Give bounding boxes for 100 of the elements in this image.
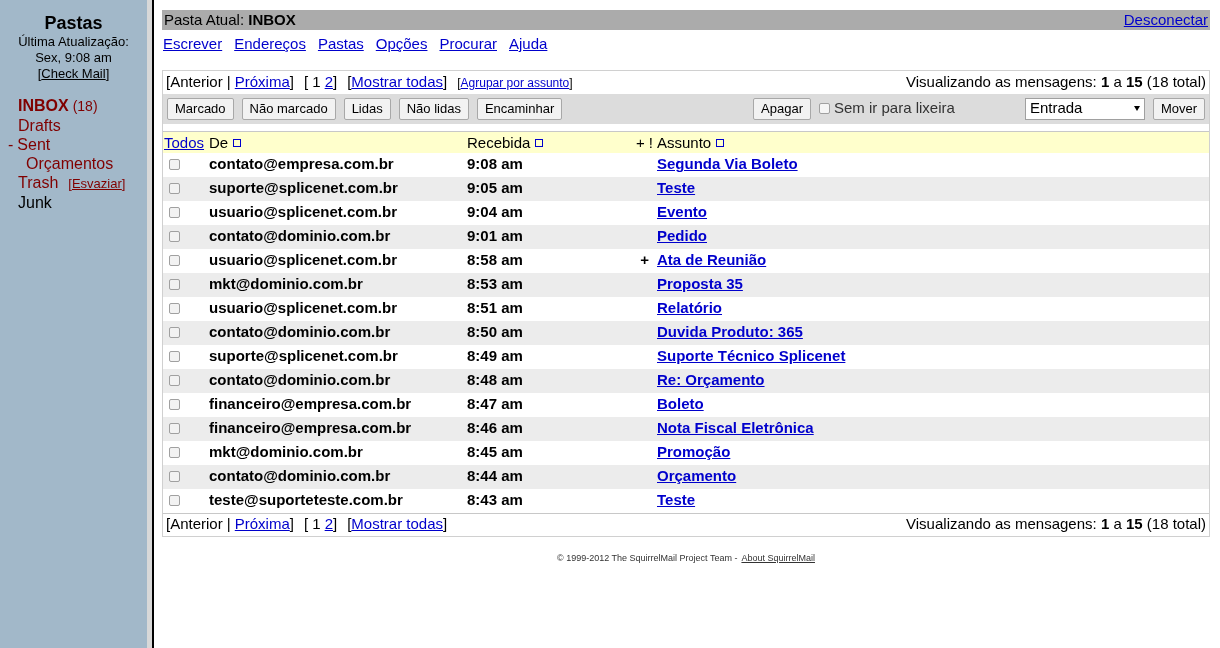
row-checkbox[interactable]: [169, 231, 180, 242]
pager-text: [: [457, 74, 461, 92]
subject-link[interactable]: Boleto: [657, 393, 704, 416]
subject-link[interactable]: Teste: [657, 177, 696, 200]
row-checkbox[interactable]: [169, 159, 180, 170]
column-header: Assunto: [657, 132, 712, 153]
received-time-cell-text: 8:49 am: [467, 346, 524, 367]
subject-link[interactable]: Pedido: [657, 225, 707, 248]
sender-cell-text: financeiro@empresa.com.br: [209, 394, 413, 415]
menu-link[interactable]: Opções: [375, 33, 428, 56]
about-link[interactable]: About SquirrelMail: [741, 551, 815, 565]
received-time-cell-text: 8:58 am: [467, 250, 524, 271]
menu-link[interactable]: Procurar: [439, 33, 497, 56]
received-time-cell-text: 8:45 am: [467, 442, 524, 463]
received-time-cell-text: 8:43 am: [467, 490, 524, 511]
subject-link[interactable]: Orçamento: [657, 465, 737, 488]
sender-cell-text: usuario@splicenet.com.br: [209, 298, 398, 319]
pager-text: [ 1: [303, 71, 321, 92]
subject-link[interactable]: Segunda Via Boleto: [657, 153, 798, 176]
row-checkbox[interactable]: [169, 423, 180, 434]
pager-link[interactable]: 2: [324, 513, 333, 536]
bracket: [: [37, 66, 42, 82]
sender-cell-text: contato@dominio.com.br: [209, 370, 392, 391]
subject-link[interactable]: Duvida Produto: 365: [657, 321, 803, 344]
subject-link[interactable]: Promoção: [657, 441, 731, 464]
folder-link[interactable]: INBOX: [18, 96, 69, 115]
pager-text: ]: [289, 514, 294, 535]
subject-link[interactable]: Nota Fiscal Eletrônica: [657, 417, 814, 440]
pager-link[interactable]: Próxima: [234, 70, 290, 94]
row-checkbox[interactable]: [169, 183, 180, 194]
subject-link[interactable]: Re: Orçamento: [657, 369, 765, 392]
bracket: [: [68, 175, 72, 193]
received-time-cell-text: 8:46 am: [467, 418, 524, 439]
last-update-time: Sex, 9:08 am: [34, 50, 113, 66]
row-checkbox[interactable]: [169, 303, 180, 314]
row-checkbox[interactable]: [169, 351, 180, 362]
row-checkbox[interactable]: [169, 207, 180, 218]
subject-link[interactable]: Proposta 35: [657, 273, 743, 296]
folder-link[interactable]: Sent: [17, 135, 51, 154]
sort-icon[interactable]: [716, 138, 725, 147]
pager-link[interactable]: Próxima: [234, 513, 290, 536]
subject-link[interactable]: Evento: [657, 201, 707, 224]
row-checkbox[interactable]: [169, 255, 180, 266]
toolbar-button[interactable]: Mover: [1152, 97, 1205, 120]
menu-link[interactable]: Pastas: [317, 33, 364, 56]
toolbar-button[interactable]: Não marcado: [241, 97, 336, 120]
toolbar-button[interactable]: Apagar: [753, 97, 811, 120]
sidebar-title: Pastas: [43, 12, 104, 34]
check-mail-link[interactable]: Check Mail: [41, 66, 106, 82]
empty-trash-link[interactable]: Esvaziar: [71, 174, 122, 193]
column-header: De: [209, 132, 229, 153]
sender-cell-text: suporte@splicenet.com.br: [209, 346, 399, 367]
folder-link[interactable]: Orçamentos: [26, 154, 114, 173]
bracket: ]: [105, 66, 110, 82]
copyright-text: © 1999-2012 The SquirrelMail Project Team -: [557, 551, 738, 565]
toolbar-button[interactable]: Não lidas: [398, 97, 469, 120]
row-checkbox[interactable]: [169, 375, 180, 386]
checkbox[interactable]: [819, 103, 830, 114]
menu-link[interactable]: Escrever: [163, 33, 223, 56]
sort-icon[interactable]: [535, 138, 544, 147]
folder-dropdown[interactable]: Entrada: [1024, 97, 1145, 120]
received-time-cell-text: 9:05 am: [467, 178, 524, 199]
sender-cell-text: teste@suporteteste.com.br: [209, 490, 404, 511]
last-update-label: Última Atualização:: [17, 34, 130, 50]
checkbox-label: Sem ir para lixeira: [834, 98, 955, 119]
sender-cell-text: usuario@splicenet.com.br: [209, 202, 398, 223]
subject-link[interactable]: Teste: [657, 489, 696, 512]
folder-link[interactable]: Trash: [18, 173, 59, 192]
sender-cell-text: financeiro@empresa.com.br: [209, 418, 413, 439]
select-all-link[interactable]: Todos: [163, 131, 205, 154]
sign-out-link[interactable]: Desconectar: [1123, 8, 1208, 32]
toolbar-button[interactable]: Encaminhar: [476, 97, 563, 120]
bracket: ]: [121, 175, 126, 193]
subject-link[interactable]: Relatório: [657, 297, 722, 320]
received-time-cell-text: 8:53 am: [467, 274, 524, 295]
toolbar-button[interactable]: Lidas: [343, 97, 391, 120]
received-time-cell-text: 9:08 am: [467, 154, 524, 175]
received-time-cell-text: 8:44 am: [467, 466, 524, 487]
pager-link[interactable]: 2: [324, 70, 333, 94]
sort-icon[interactable]: [233, 138, 242, 147]
subject-link[interactable]: Suporte Técnico Splicenet: [657, 345, 846, 368]
sender-cell-text: contato@dominio.com.br: [209, 466, 392, 487]
sender-cell-text: contato@dominio.com.br: [209, 226, 392, 247]
folder-link[interactable]: Drafts: [18, 116, 61, 135]
received-time-cell-text: 8:47 am: [467, 394, 524, 415]
pager-text: [ 1: [303, 514, 321, 535]
subject-link[interactable]: Ata de Reunião: [657, 249, 767, 272]
received-time-cell-text: 8:48 am: [467, 370, 524, 391]
row-checkbox[interactable]: [169, 279, 180, 290]
pager-text: [: [347, 71, 352, 92]
menu-link[interactable]: Ajuda: [509, 33, 548, 56]
row-checkbox[interactable]: [169, 327, 180, 338]
collapse-toggle[interactable]: -: [8, 135, 14, 154]
row-checkbox[interactable]: [169, 495, 180, 506]
row-checkbox[interactable]: [169, 471, 180, 482]
pager-text: ]: [443, 514, 448, 535]
row-checkbox[interactable]: [169, 399, 180, 410]
menu-link[interactable]: Endereços: [234, 33, 306, 56]
row-checkbox[interactable]: [169, 447, 180, 458]
toolbar-button[interactable]: Marcado: [167, 97, 234, 120]
